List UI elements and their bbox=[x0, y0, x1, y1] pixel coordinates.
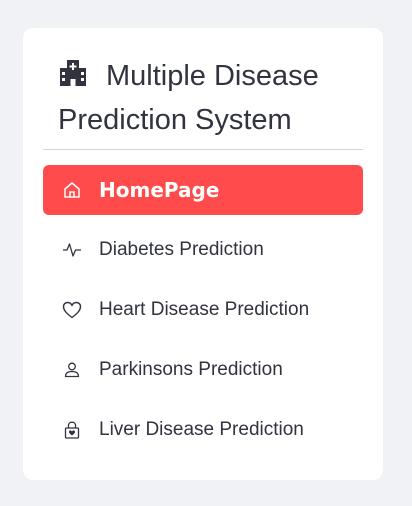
heart-icon bbox=[62, 300, 82, 320]
nav-menu: HomePage Diabetes Prediction Heart Disea… bbox=[43, 165, 363, 465]
person-icon bbox=[62, 360, 82, 380]
nav-item-liver-disease-prediction[interactable]: Liver Disease Prediction bbox=[43, 405, 363, 455]
lock-heart-icon bbox=[62, 420, 82, 440]
nav-item-label: Diabetes Prediction bbox=[99, 239, 264, 260]
hospital-icon bbox=[60, 60, 86, 86]
nav-item-homepage[interactable]: HomePage bbox=[43, 165, 363, 215]
nav-item-label: HomePage bbox=[99, 178, 220, 202]
nav-item-heart-disease-prediction[interactable]: Heart Disease Prediction bbox=[43, 285, 363, 335]
house-icon bbox=[62, 180, 82, 200]
nav-item-label: Heart Disease Prediction bbox=[99, 299, 310, 320]
nav-item-diabetes-prediction[interactable]: Diabetes Prediction bbox=[43, 225, 363, 275]
divider bbox=[43, 149, 363, 150]
app-title: Multiple Disease Prediction System bbox=[58, 54, 358, 142]
sidebar-card: Multiple Disease Prediction System HomeP… bbox=[23, 28, 383, 480]
app-title-text: Multiple Disease Prediction System bbox=[58, 60, 319, 136]
nav-item-label: Liver Disease Prediction bbox=[99, 419, 304, 440]
nav-item-parkinsons-prediction[interactable]: Parkinsons Prediction bbox=[43, 345, 363, 395]
activity-icon bbox=[62, 240, 82, 260]
nav-item-label: Parkinsons Prediction bbox=[99, 359, 283, 380]
